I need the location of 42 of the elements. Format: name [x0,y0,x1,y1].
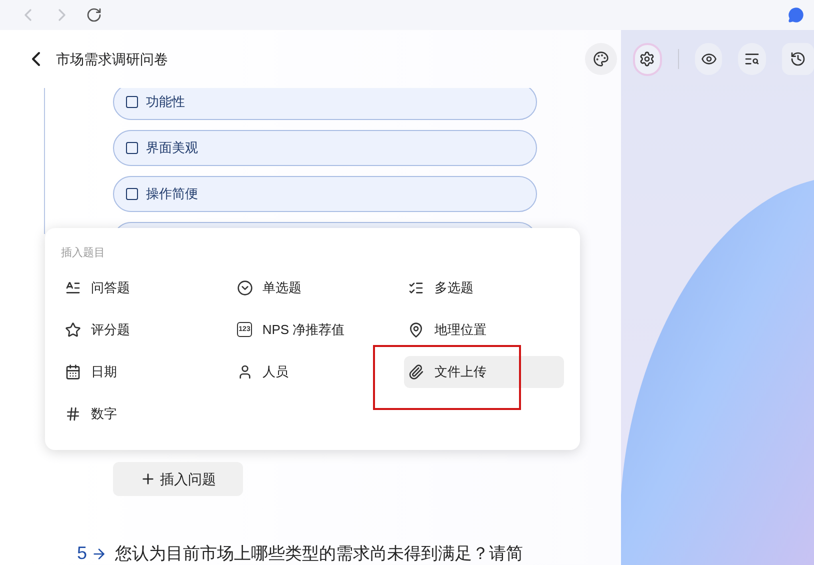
plus-icon [140,471,156,487]
chat-bubble-icon[interactable] [788,7,804,23]
menu-item[interactable]: 文件上传 [404,356,564,388]
person-icon [236,364,253,380]
checkbox[interactable] [126,142,138,154]
menu-item[interactable]: 人员 [232,356,392,388]
menu-item[interactable]: 多选题 [404,272,564,304]
checklist-icon [408,280,424,296]
palette-button[interactable] [585,43,617,75]
menu-item[interactable]: 单选题 [232,272,392,304]
palette-icon [593,51,609,67]
settings-button[interactable] [633,42,662,76]
reload-icon[interactable] [86,7,102,23]
preview-button[interactable] [694,43,722,75]
settings-icon [639,51,656,67]
map-pin-icon [408,322,424,338]
option-pill[interactable]: 界面美观 [113,130,537,166]
question-text: 您认为目前市场上哪些类型的需求尚未得到满足？请简 [115,542,524,565]
menu-item[interactable]: 数字 [61,398,221,430]
eye-icon [700,51,717,67]
text-search-icon [744,51,760,67]
menu-item[interactable]: 评分题 [61,314,221,346]
checkbox[interactable] [126,188,138,200]
menu-item[interactable]: 问答题 [61,272,221,304]
star-icon [65,322,81,338]
hash-icon [65,406,81,422]
menu-item[interactable]: 日期 [61,356,221,388]
insert-question-button[interactable]: 插入问题 [113,462,243,496]
history-button[interactable] [782,43,814,75]
option-pill[interactable]: 功能性 [113,88,537,120]
paperclip-icon [408,364,424,380]
option-pill[interactable]: 操作简便 [113,176,537,212]
text-lines-icon [65,280,81,296]
search-list-button[interactable] [738,43,766,75]
survey-title: 市场需求调研问卷 [56,50,168,68]
history-icon [790,51,806,67]
menu-heading: 插入题目 [61,246,106,261]
menu-item[interactable]: 地理位置 [404,314,564,346]
calendar-icon [65,364,81,380]
checkbox[interactable] [126,96,138,108]
question-number: 5 [77,542,88,565]
circle-chevron-icon [236,280,253,296]
